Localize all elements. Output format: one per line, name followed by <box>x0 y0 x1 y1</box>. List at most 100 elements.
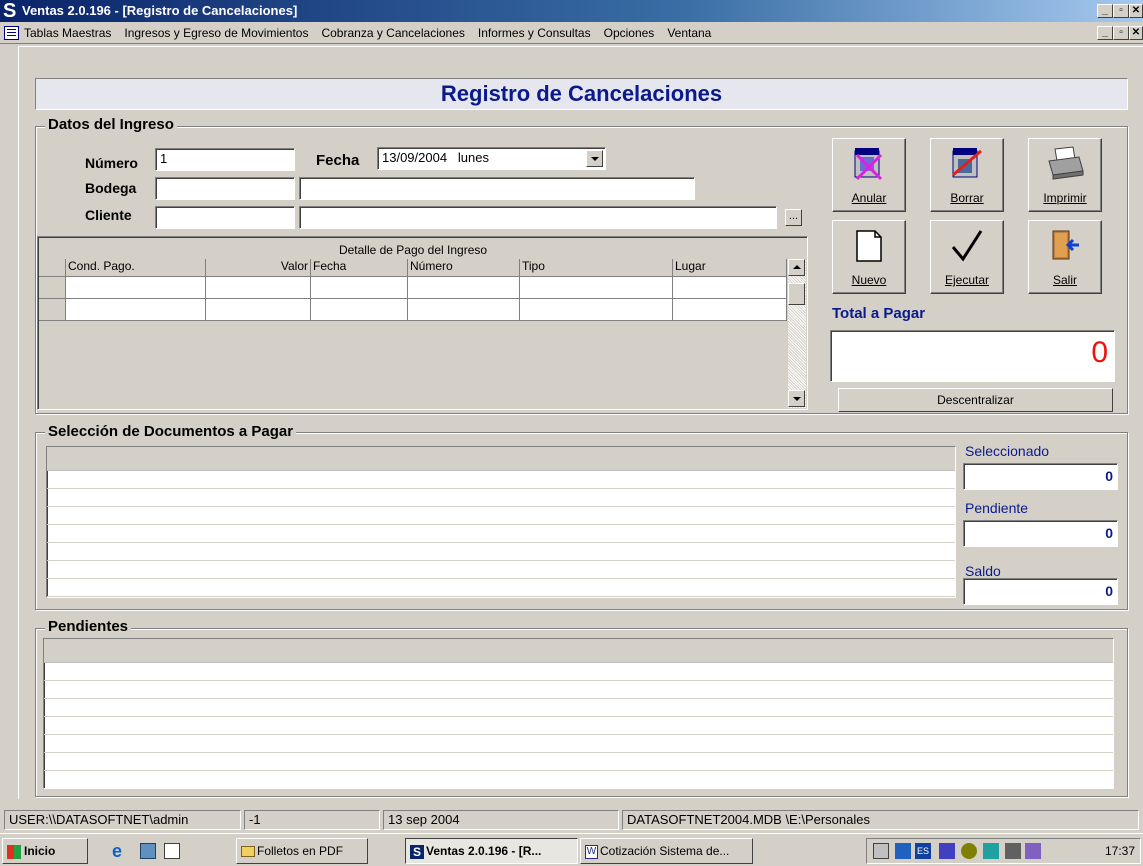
datos-ingreso-legend: Datos del Ingreso <box>45 117 177 133</box>
child-close-button[interactable]: ✕ <box>1129 26 1143 40</box>
list-item[interactable] <box>47 471 955 489</box>
task-ventas[interactable]: S Ventas 2.0.196 - [R... <box>405 838 578 864</box>
salir-button[interactable]: Salir <box>1028 220 1102 294</box>
list-item[interactable] <box>47 525 955 543</box>
maximize-button[interactable]: ▫ <box>1113 4 1129 18</box>
show-desktop-icon[interactable] <box>140 843 156 859</box>
grid-cell[interactable] <box>66 299 206 321</box>
col-lugar[interactable]: Lugar <box>673 259 787 277</box>
ventas-tray-icon[interactable] <box>1025 843 1041 859</box>
grid-cell[interactable] <box>673 299 787 321</box>
grid-cell[interactable] <box>206 299 311 321</box>
windows-logo-icon <box>7 844 21 859</box>
outlook-icon[interactable] <box>164 843 180 859</box>
list-item[interactable] <box>44 717 1113 735</box>
menu-ventana[interactable]: Ventana <box>667 26 711 40</box>
grid-cell[interactable] <box>311 299 408 321</box>
seleccionado-value: 0 <box>963 463 1118 490</box>
documentos-list-header <box>47 447 955 471</box>
task-cotizacion[interactable]: W Cotización Sistema de... <box>580 838 753 864</box>
salir-label: Salir <box>1052 273 1077 287</box>
list-item[interactable] <box>44 753 1113 771</box>
documentos-list[interactable] <box>46 446 956 598</box>
menu-informes[interactable]: Informes y Consultas <box>478 26 591 40</box>
internet-explorer-icon[interactable]: e <box>112 842 132 860</box>
checkmark-icon <box>951 230 983 262</box>
scroll-down-icon[interactable] <box>788 390 805 407</box>
ejecutar-button[interactable]: Ejecutar <box>930 220 1004 294</box>
col-cond-pago[interactable]: Cond. Pago. <box>66 259 206 277</box>
volume-icon[interactable] <box>873 843 889 859</box>
detalle-pago-caption: Detalle de Pago del Ingreso <box>338 243 488 257</box>
detalle-scrollbar[interactable] <box>788 259 806 408</box>
descentralizar-button[interactable]: Descentralizar <box>838 388 1113 412</box>
anular-button[interactable]: Anular <box>832 138 906 212</box>
antivirus-icon[interactable] <box>939 843 955 859</box>
list-item[interactable] <box>44 699 1113 717</box>
grid-cell[interactable] <box>520 277 673 299</box>
pendientes-list[interactable] <box>43 638 1114 789</box>
fecha-combo[interactable]: 13/09/2004 lunes <box>377 147 606 170</box>
status-date: 13 sep 2004 <box>383 810 619 830</box>
list-item[interactable] <box>47 579 955 597</box>
nuevo-label: Nuevo <box>851 273 887 287</box>
clock: 17:37 <box>1105 844 1136 858</box>
imprimir-button[interactable]: Imprimir <box>1028 138 1102 212</box>
grid-cell[interactable] <box>311 277 408 299</box>
child-minimize-button[interactable]: _ <box>1097 26 1113 40</box>
numero-field[interactable]: 1 <box>155 148 295 171</box>
pendientes-list-header <box>44 639 1113 663</box>
menu-ingresos-egresos[interactable]: Ingresos y Egreso de Movimientos <box>124 26 308 40</box>
close-button[interactable]: ✕ <box>1129 4 1143 18</box>
bodega-code-field[interactable] <box>155 177 295 200</box>
calendar-cancel-icon <box>854 148 883 181</box>
grid-cell[interactable] <box>408 277 520 299</box>
list-item[interactable] <box>47 543 955 561</box>
col-tipo[interactable]: Tipo <box>520 259 673 277</box>
ventas-app-icon: S <box>410 844 424 859</box>
menu-tablas-maestras[interactable]: Tablas Maestras <box>24 26 111 40</box>
scroll-thumb[interactable] <box>788 283 805 305</box>
title-bar[interactable]: S Ventas 2.0.196 - [Registro de Cancelac… <box>0 0 1143 22</box>
menu-cobranza[interactable]: Cobranza y Cancelaciones <box>321 26 464 40</box>
col-valor[interactable]: Valor <box>206 259 311 277</box>
grid-cell[interactable] <box>520 299 673 321</box>
page-title: Registro de Cancelaciones <box>35 78 1128 110</box>
col-numero[interactable]: Número <box>408 259 520 277</box>
network-disconnected-icon[interactable] <box>1005 843 1021 859</box>
grid-cell[interactable] <box>66 277 206 299</box>
minimize-button[interactable]: _ <box>1097 4 1113 18</box>
word-document-icon: W <box>585 844 598 859</box>
language-icon[interactable] <box>895 843 911 859</box>
list-item[interactable] <box>47 507 955 525</box>
child-maximize-button[interactable]: ▫ <box>1113 26 1129 40</box>
list-item[interactable] <box>44 771 1113 788</box>
seleccion-legend: Selección de Documentos a Pagar <box>45 424 297 440</box>
cliente-name-field[interactable] <box>299 206 777 229</box>
list-item[interactable] <box>44 681 1113 699</box>
fecha-dropdown-icon[interactable] <box>586 150 603 167</box>
start-button[interactable]: Inicio <box>2 838 88 864</box>
nuevo-button[interactable]: Nuevo <box>832 220 906 294</box>
row-selector[interactable] <box>39 277 66 299</box>
cliente-code-field[interactable] <box>155 206 295 229</box>
grid-cell[interactable] <box>673 277 787 299</box>
scroll-up-icon[interactable] <box>788 259 805 276</box>
tray-app-icon[interactable] <box>961 843 977 859</box>
list-item[interactable] <box>47 489 955 507</box>
cliente-lookup-button[interactable]: ... <box>785 209 802 226</box>
borrar-button[interactable]: Borrar <box>930 138 1004 212</box>
menu-opciones[interactable]: Opciones <box>604 26 655 40</box>
document-menu-icon[interactable] <box>4 26 19 40</box>
col-fecha[interactable]: Fecha <box>311 259 408 277</box>
list-item[interactable] <box>44 735 1113 753</box>
es-locale-icon[interactable]: ES <box>915 843 931 859</box>
list-item[interactable] <box>44 663 1113 681</box>
network-icon[interactable] <box>983 843 999 859</box>
list-item[interactable] <box>47 561 955 579</box>
grid-cell[interactable] <box>408 299 520 321</box>
row-selector[interactable] <box>39 299 66 321</box>
bodega-name-field[interactable] <box>299 177 695 200</box>
grid-cell[interactable] <box>206 277 311 299</box>
task-folletos[interactable]: Folletos en PDF <box>236 838 368 864</box>
